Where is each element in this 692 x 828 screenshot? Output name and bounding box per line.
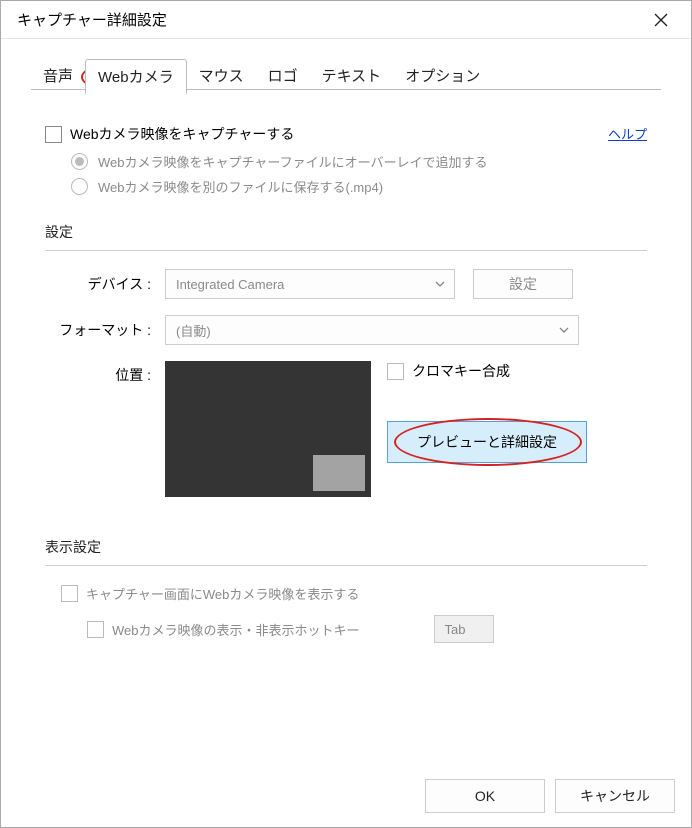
capture-webcam-row[interactable]: Webカメラ映像をキャプチャーする: [45, 124, 608, 144]
position-label: 位置 :: [45, 361, 165, 385]
device-select-value: Integrated Camera: [176, 277, 284, 292]
option-overlay-row: Webカメラ映像をキャプチャーファイルにオーバーレイで追加する: [71, 152, 647, 171]
ok-button[interactable]: OK: [425, 779, 545, 813]
capture-webcam-checkbox[interactable]: [45, 126, 62, 143]
chromakey-row[interactable]: クロマキー合成: [387, 361, 587, 381]
footer: OK キャンセル: [425, 779, 675, 813]
format-select-value: (自動): [176, 321, 211, 340]
tabs: 音声 Webカメラ マウス ロゴ テキスト オプション: [1, 39, 691, 94]
position-preview-handle[interactable]: [313, 455, 365, 491]
close-button[interactable]: [641, 4, 681, 36]
help-link[interactable]: ヘルプ: [608, 124, 647, 143]
position-side: クロマキー合成 プレビューと詳細設定: [387, 361, 587, 463]
hotkey-label: Webカメラ映像の表示・非表示ホットキー: [112, 620, 360, 639]
show-on-capture-label: キャプチャー画面にWebカメラ映像を表示する: [86, 584, 359, 603]
capture-webcam-label: Webカメラ映像をキャプチャーする: [70, 124, 294, 144]
preview-detail-label: プレビューと詳細設定: [417, 432, 557, 452]
display-group: 表示設定 キャプチャー画面にWebカメラ映像を表示する Webカメラ映像の表示・…: [45, 537, 647, 643]
cancel-button[interactable]: キャンセル: [555, 779, 675, 813]
tab-webcam[interactable]: Webカメラ: [85, 59, 187, 94]
settings-legend: 設定: [45, 222, 647, 250]
option-savefile-row: Webカメラ映像を別のファイルに保存する(.mp4): [71, 177, 647, 196]
hotkey-checkbox[interactable]: [87, 621, 104, 638]
chevron-down-icon: [434, 278, 446, 290]
device-label: デバイス :: [45, 274, 165, 294]
option-overlay-radio[interactable]: [71, 153, 88, 170]
show-on-capture-checkbox[interactable]: [61, 585, 78, 602]
preview-detail-button[interactable]: プレビューと詳細設定: [387, 421, 587, 463]
settings-group: 設定 デバイス : Integrated Camera 設定 フォーマット : …: [45, 222, 647, 497]
format-select[interactable]: (自動): [165, 315, 579, 345]
device-row: デバイス : Integrated Camera 設定: [45, 269, 647, 299]
hotkey-row[interactable]: Webカメラ映像の表示・非表示ホットキー Tab: [87, 615, 647, 643]
option-savefile-label: Webカメラ映像を別のファイルに保存する(.mp4): [98, 177, 383, 196]
option-savefile-radio[interactable]: [71, 178, 88, 195]
window-title: キャプチャー詳細設定: [17, 9, 167, 30]
close-icon: [654, 13, 668, 27]
settings-divider: [45, 250, 647, 251]
show-on-capture-row[interactable]: キャプチャー画面にWebカメラ映像を表示する: [61, 584, 647, 603]
position-row: 位置 : クロマキー合成 プレビューと詳細設定: [45, 361, 647, 497]
hotkey-field[interactable]: Tab: [434, 615, 494, 643]
option-overlay-label: Webカメラ映像をキャプチャーファイルにオーバーレイで追加する: [98, 152, 487, 171]
display-divider: [45, 565, 647, 566]
device-select[interactable]: Integrated Camera: [165, 269, 455, 299]
titlebar: キャプチャー詳細設定: [1, 1, 691, 39]
display-legend: 表示設定: [45, 537, 647, 565]
chromakey-label: クロマキー合成: [412, 361, 510, 381]
position-preview[interactable]: [165, 361, 371, 497]
content-area: ヘルプ Webカメラ映像をキャプチャーする Webカメラ映像をキャプチャーファイ…: [1, 94, 691, 663]
device-settings-button[interactable]: 設定: [473, 269, 573, 299]
chevron-down-icon: [558, 324, 570, 336]
format-label: フォーマット :: [45, 320, 165, 340]
overlay-options: Webカメラ映像をキャプチャーファイルにオーバーレイで追加する Webカメラ映像…: [71, 152, 647, 196]
chromakey-checkbox[interactable]: [387, 363, 404, 380]
format-row: フォーマット : (自動): [45, 315, 647, 345]
